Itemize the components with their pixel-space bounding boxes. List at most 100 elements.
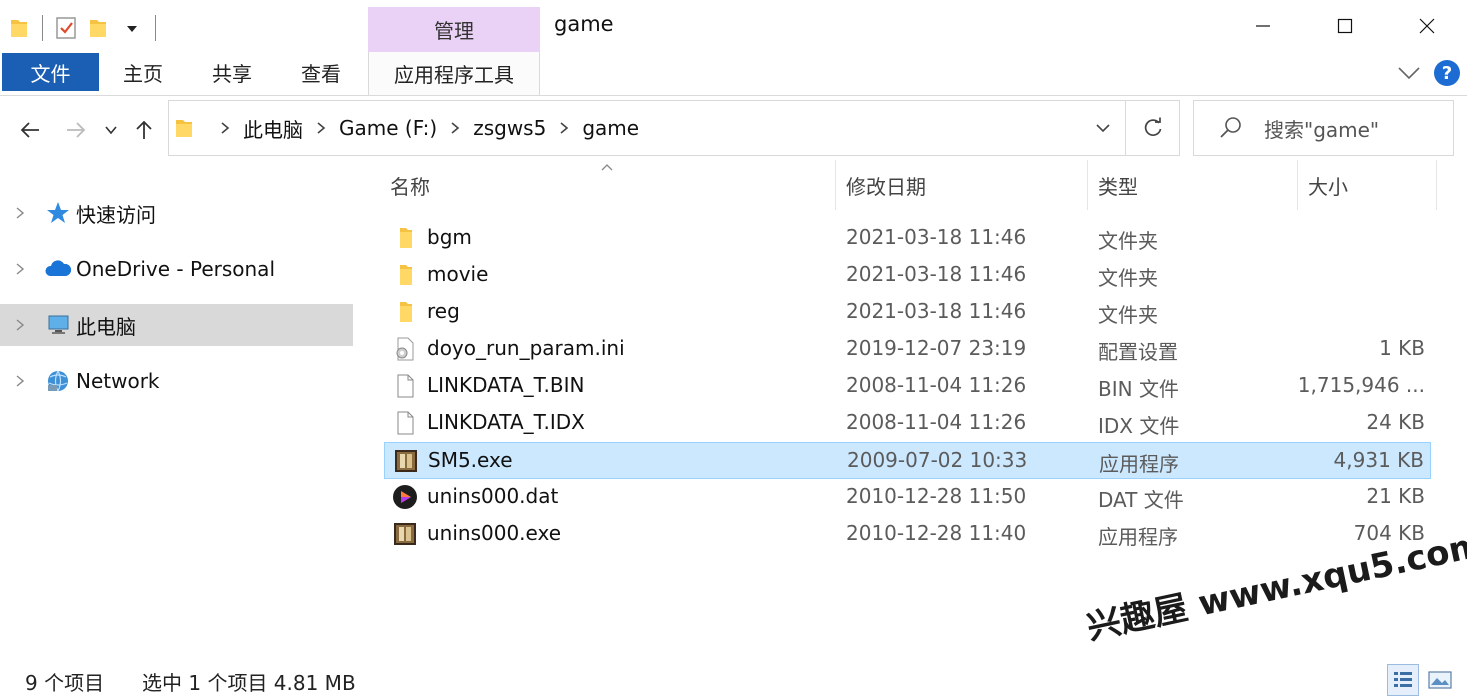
properties-icon[interactable]: [55, 16, 77, 40]
file-type: 应用程序: [1099, 452, 1179, 476]
search-icon: [1220, 117, 1241, 138]
file-row[interactable]: bgm 2021-03-18 11:46 文件夹: [384, 220, 1431, 257]
file-size: 21 KB: [1366, 484, 1425, 508]
close-button[interactable]: [1386, 0, 1467, 52]
file-type: 配置设置: [1098, 340, 1178, 364]
refresh-icon: [1144, 117, 1162, 136]
refresh-button[interactable]: [1125, 101, 1180, 155]
file-type: 文件夹: [1098, 229, 1158, 253]
folder-icon: [176, 120, 192, 137]
arrow-up-icon: [136, 120, 152, 139]
nav-item-label: OneDrive - Personal: [76, 257, 275, 281]
tab-view[interactable]: 查看: [282, 52, 360, 92]
breadcrumb-drive[interactable]: Game (F:): [339, 116, 437, 140]
nav-item-label: Network: [76, 369, 160, 393]
nav-item-quick-access[interactable]: 快速访问: [0, 192, 353, 234]
search-box[interactable]: 搜索"game": [1193, 100, 1454, 156]
recent-locations-button[interactable]: [100, 116, 122, 144]
new-folder-icon[interactable]: [89, 17, 107, 39]
file-type: DAT 文件: [1098, 488, 1184, 512]
customize-toolbar-dropdown-icon[interactable]: [125, 21, 139, 35]
manage-context-tab[interactable]: 管理: [368, 7, 540, 52]
maximize-button[interactable]: [1304, 0, 1386, 52]
nav-item-onedrive[interactable]: OneDrive - Personal: [0, 248, 353, 290]
tab-application-tools[interactable]: 应用程序工具: [368, 52, 540, 95]
file-date: 2021-03-18 11:46: [846, 299, 1027, 323]
folder-icon: [400, 265, 412, 285]
large-icons-view-button[interactable]: [1424, 664, 1456, 696]
breadcrumb-game[interactable]: game: [582, 116, 639, 140]
up-button[interactable]: [130, 116, 158, 144]
chevron-right-icon[interactable]: [14, 262, 26, 276]
title-bar: 管理 game: [0, 0, 1467, 52]
forward-button[interactable]: [62, 116, 90, 144]
file-type: 文件夹: [1098, 266, 1158, 290]
file-date: 2009-07-02 10:33: [847, 448, 1028, 472]
nav-item-network[interactable]: Network: [0, 360, 353, 402]
back-button[interactable]: [16, 116, 44, 144]
file-date: 2008-11-04 11:26: [846, 410, 1027, 434]
breadcrumb-zsgws5[interactable]: zsgws5: [473, 116, 546, 140]
search-placeholder: 搜索"game": [1264, 117, 1380, 142]
details-view-button[interactable]: [1387, 664, 1419, 696]
nav-item-label: 快速访问: [76, 202, 156, 227]
file-row[interactable]: LINKDATA_T.BIN 2008-11-04 11:26 BIN 文件 1…: [384, 368, 1431, 405]
tab-file[interactable]: 文件: [2, 53, 99, 91]
file-size: 24 KB: [1366, 410, 1425, 434]
chevron-right-icon[interactable]: [219, 121, 231, 135]
chevron-right-icon[interactable]: [14, 206, 26, 220]
file-name: LINKDATA_T.BIN: [427, 373, 585, 397]
file-date: 2008-11-04 11:26: [846, 373, 1027, 397]
file-icon: [397, 374, 414, 398]
file-row[interactable]: unins000.exe 2010-12-28 11:40 应用程序 704 K…: [384, 516, 1431, 553]
chevron-right-icon[interactable]: [449, 121, 461, 135]
chevron-right-icon[interactable]: [558, 121, 570, 135]
file-size: 1 KB: [1379, 336, 1425, 360]
file-row-selected[interactable]: SM5.exe 2009-07-02 10:33 应用程序 4,931 KB: [384, 442, 1431, 479]
navigation-bar: 此电脑 Game (F:) zsgws5 game 搜索"game": [0, 100, 1467, 158]
minimize-button[interactable]: [1222, 0, 1304, 52]
tab-home[interactable]: 主页: [104, 52, 182, 92]
network-icon: [48, 370, 68, 392]
file-date: 2010-12-28 11:40: [846, 521, 1027, 545]
address-history-dropdown[interactable]: [1085, 101, 1121, 155]
file-row[interactable]: unins000.dat 2010-12-28 11:50 DAT 文件 21 …: [384, 479, 1431, 516]
file-icon: [397, 411, 414, 435]
large-icons-view-icon: [1428, 671, 1452, 689]
file-row[interactable]: movie 2021-03-18 11:46 文件夹: [384, 257, 1431, 294]
toolbar-separator: [42, 15, 43, 41]
file-row[interactable]: reg 2021-03-18 11:46 文件夹: [384, 294, 1431, 331]
file-name: doyo_run_param.ini: [427, 336, 625, 360]
chevron-down-icon: [1096, 124, 1110, 133]
column-header-date-modified[interactable]: 修改日期: [835, 160, 1087, 210]
help-button[interactable]: ?: [1434, 60, 1460, 86]
window-title: game: [554, 12, 614, 36]
file-name: reg: [427, 299, 460, 323]
chevron-right-icon[interactable]: [14, 318, 26, 332]
column-header-type[interactable]: 类型: [1087, 160, 1297, 210]
quick-access-toolbar: [10, 12, 156, 44]
file-row[interactable]: LINKDATA_T.IDX 2008-11-04 11:26 IDX 文件 2…: [384, 405, 1431, 442]
breadcrumb-this-pc[interactable]: 此电脑: [243, 114, 303, 143]
item-count: 9 个项目: [25, 671, 105, 695]
chevron-down-icon: [105, 126, 117, 135]
close-icon: [1419, 18, 1435, 34]
column-header-size[interactable]: 大小: [1297, 160, 1437, 210]
computer-icon: [48, 315, 69, 334]
chevron-right-icon[interactable]: [14, 374, 26, 388]
maximize-icon: [1337, 18, 1353, 34]
file-row[interactable]: doyo_run_param.ini 2019-12-07 23:19 配置设置…: [384, 331, 1431, 368]
address-bar[interactable]: 此电脑 Game (F:) zsgws5 game: [168, 100, 1180, 156]
file-date: 2010-12-28 11:50: [846, 484, 1027, 508]
nav-item-this-pc[interactable]: 此电脑: [0, 304, 353, 346]
expand-ribbon-chevron-icon[interactable]: [1396, 64, 1422, 82]
nav-item-label: 此电脑: [76, 314, 136, 339]
folder-icon: [400, 228, 412, 248]
arrow-left-icon: [20, 122, 39, 138]
tab-share[interactable]: 共享: [192, 52, 272, 92]
file-name: bgm: [427, 225, 472, 249]
chevron-right-icon[interactable]: [315, 121, 327, 135]
column-header-name[interactable]: 名称: [384, 160, 835, 210]
game-exe-icon: [395, 450, 417, 472]
folder-icon[interactable]: [10, 17, 28, 39]
